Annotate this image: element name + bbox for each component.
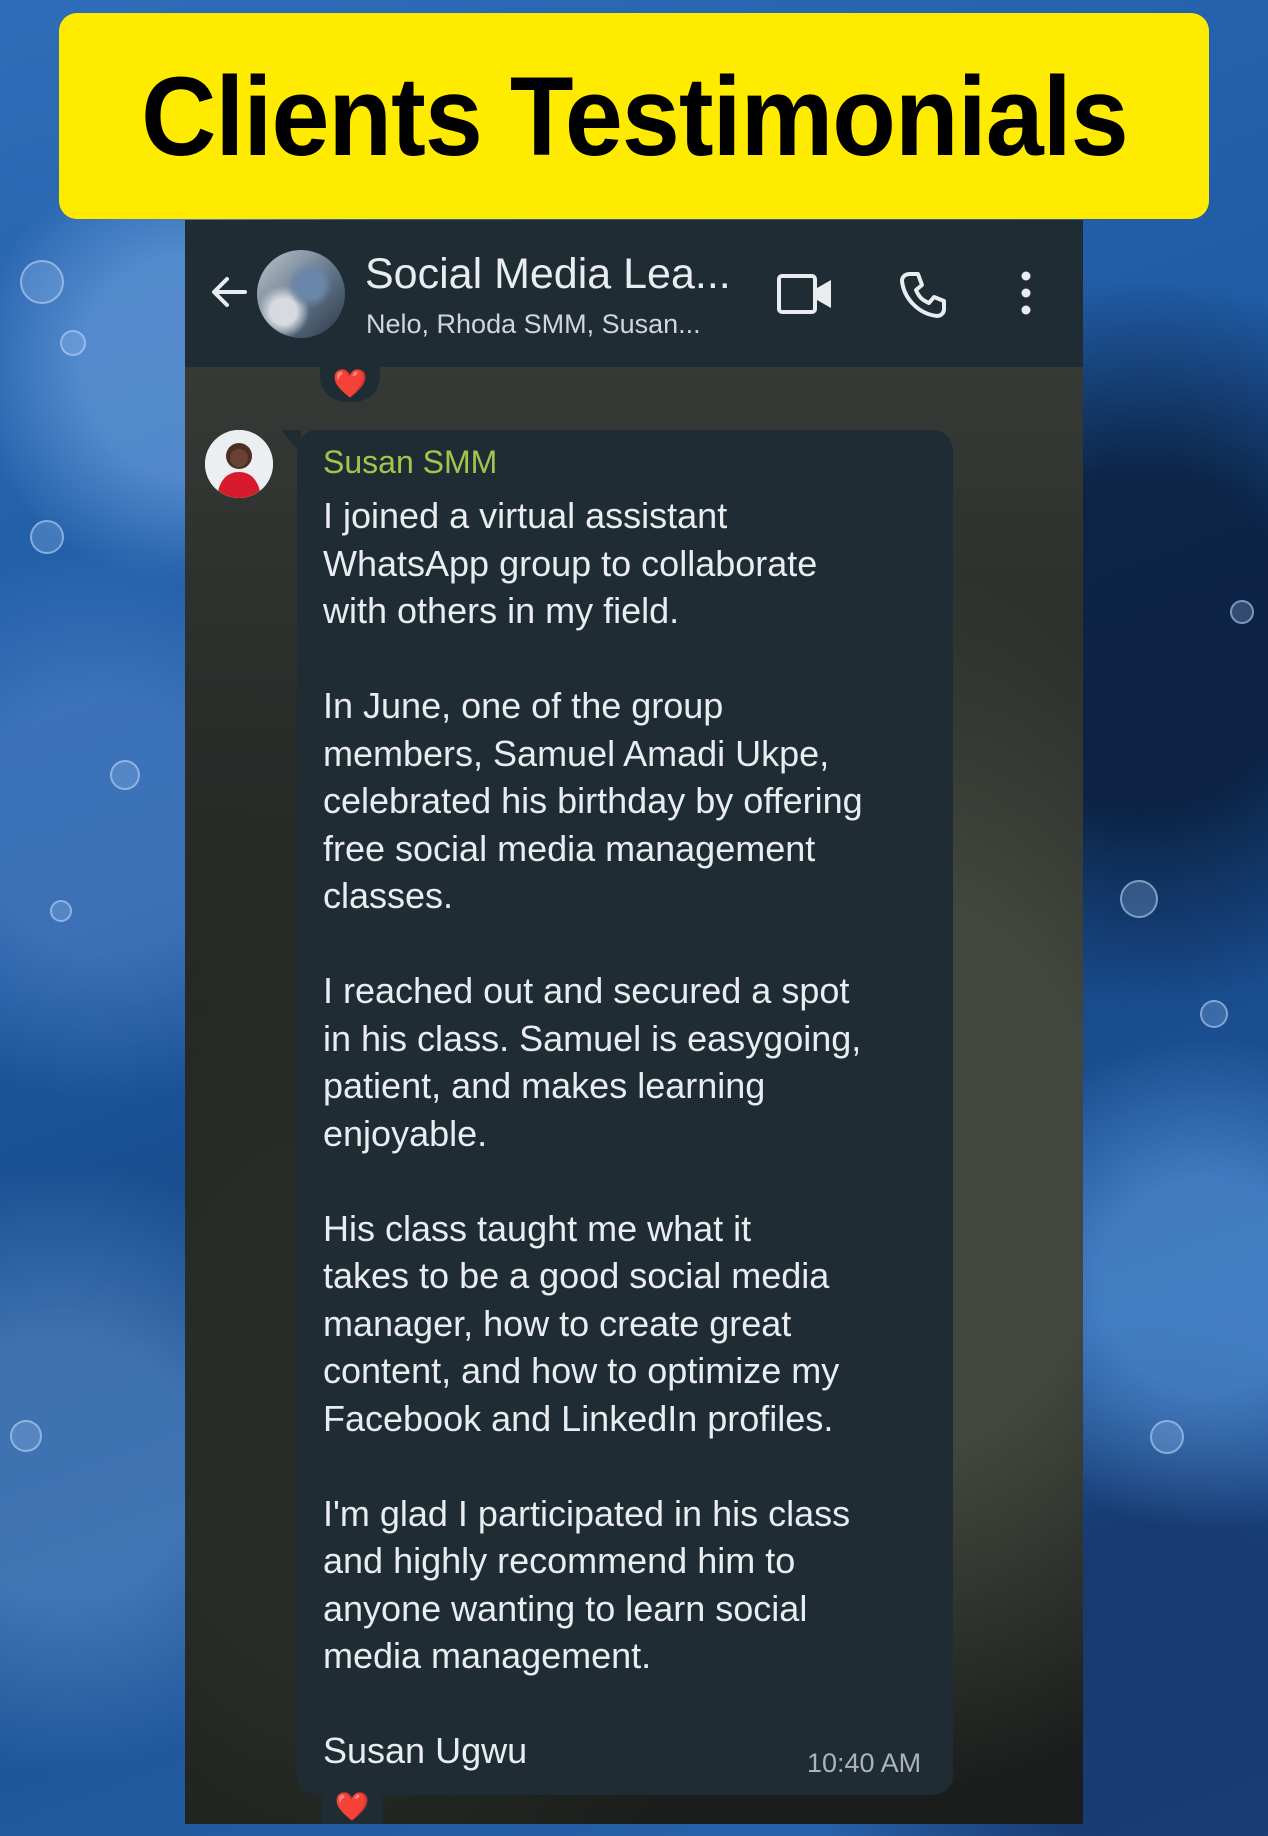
group-avatar[interactable]: [257, 250, 345, 338]
chat-screenshot: Social Media Lea... Nelo, Rhoda SMM, Sus…: [185, 220, 1083, 1824]
message-text: I joined a virtual assistant WhatsApp gr…: [323, 495, 863, 1771]
person-icon: [205, 430, 273, 498]
message-timestamp: 10:40 AM: [807, 1748, 922, 1778]
title-banner: Clients Testimonials: [59, 13, 1209, 219]
background-bubble: [110, 760, 140, 790]
background-bubble: [1200, 1000, 1228, 1028]
background-bubble: [1120, 880, 1158, 918]
sender-name[interactable]: Susan SMM: [323, 444, 497, 481]
more-options-icon[interactable]: [1011, 268, 1041, 318]
page-title: Clients Testimonials: [140, 53, 1129, 179]
background-bubble: [10, 1420, 42, 1452]
back-arrow-icon[interactable]: [205, 268, 253, 316]
heart-icon: ❤️: [334, 1790, 370, 1822]
heart-icon: ❤️: [332, 368, 368, 399]
background-bubble: [30, 520, 64, 554]
voice-call-icon[interactable]: [898, 270, 948, 320]
video-call-icon[interactable]: [776, 272, 834, 316]
background-bubble: [60, 330, 86, 356]
avatar[interactable]: [205, 430, 273, 498]
heart-reaction[interactable]: ❤️: [321, 1782, 383, 1824]
chat-header: Social Media Lea... Nelo, Rhoda SMM, Sus…: [185, 220, 1083, 367]
heart-reaction[interactable]: ❤️: [320, 360, 380, 402]
group-members[interactable]: Nelo, Rhoda SMM, Susan...: [366, 309, 701, 340]
background-bubble: [20, 260, 64, 304]
background-bubble: [1230, 600, 1254, 624]
background-bubble: [1150, 1420, 1184, 1454]
group-title[interactable]: Social Media Lea...: [365, 250, 731, 299]
background-bubble: [50, 900, 72, 922]
